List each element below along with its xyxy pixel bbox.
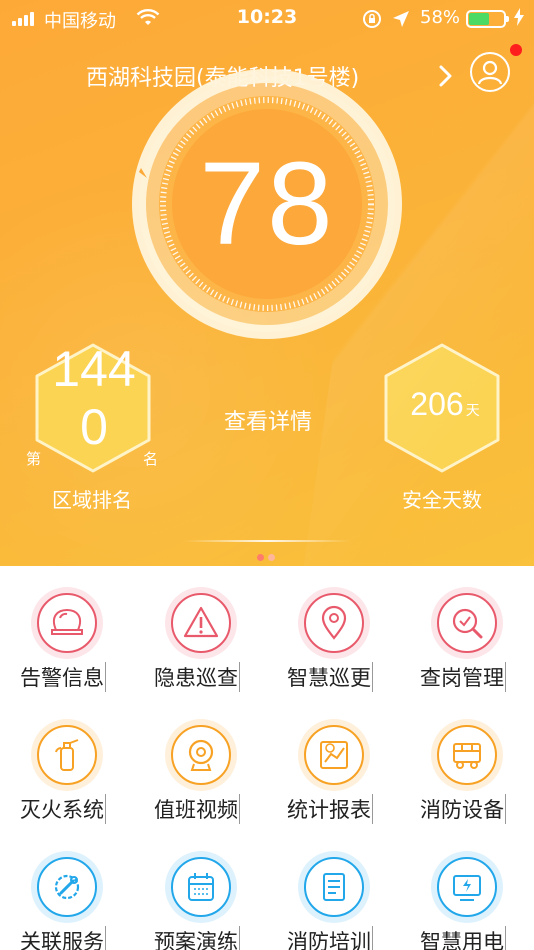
- menu-item-location-pin[interactable]: 智慧巡更: [267, 566, 401, 696]
- menu-item-document[interactable]: 消防培训: [267, 830, 401, 950]
- menu-item-label: 统计报表: [287, 794, 373, 824]
- page-dot-active: [257, 554, 264, 561]
- menu-item-label: 预案演练: [154, 926, 240, 950]
- menu-item-label: 告警信息: [20, 662, 106, 692]
- rotation-lock-icon: [363, 10, 381, 28]
- view-details-link[interactable]: 查看详情: [190, 404, 346, 436]
- safe-days-unit: 天: [465, 402, 480, 418]
- divider-glow: [184, 540, 350, 542]
- safe-days-hexagon[interactable]: [382, 342, 502, 474]
- menu-item-fire-extinguisher[interactable]: 灭火系统: [0, 698, 134, 828]
- safe-days-value[interactable]: 206 天: [390, 386, 500, 423]
- safe-days-label: 安全天数: [402, 488, 482, 512]
- user-avatar-icon[interactable]: [470, 52, 510, 92]
- charging-bolt-icon: [514, 8, 524, 26]
- fire-truck-icon: [431, 719, 503, 791]
- page-dot: [268, 554, 275, 561]
- rank-label: 区域排名: [52, 488, 132, 512]
- safe-days-number: 206: [410, 386, 464, 422]
- menu-item-wrench-gear[interactable]: 关联服务: [0, 830, 134, 950]
- page-indicator: [257, 554, 275, 561]
- battery-percent: 58%: [420, 7, 461, 28]
- menu-item-label: 灭火系统: [20, 794, 106, 824]
- power-monitor-icon: [431, 851, 503, 923]
- menu-item-warning-triangle[interactable]: 隐患巡查: [134, 566, 268, 696]
- menu-item-label: 消防培训: [287, 926, 373, 950]
- menu-item-label: 关联服务: [20, 926, 106, 950]
- chevron-right-icon[interactable]: [438, 64, 454, 88]
- menu-item-label: 智慧巡更: [287, 662, 373, 692]
- rank-suffix: 名: [143, 450, 159, 468]
- calendar-icon: [165, 851, 237, 923]
- menu-item-label: 消防设备: [420, 794, 506, 824]
- menu-item-webcam[interactable]: 值班视频: [134, 698, 268, 828]
- webcam-icon: [165, 719, 237, 791]
- menu-item-label: 查岗管理: [420, 662, 506, 692]
- menu-item-power-monitor[interactable]: 智慧用电: [400, 830, 534, 950]
- fire-extinguisher-icon: [31, 719, 103, 791]
- wrench-gear-icon: [31, 851, 103, 923]
- location-pin-icon: [298, 587, 370, 659]
- rank-value[interactable]: 144 0: [38, 340, 150, 456]
- safety-score: 78: [199, 138, 335, 270]
- notification-badge: [510, 44, 522, 56]
- menu-item-fire-truck[interactable]: 消防设备: [400, 698, 534, 828]
- document-icon: [298, 851, 370, 923]
- location-arrow-icon: [393, 11, 409, 27]
- menu-item-alarm-bell[interactable]: 告警信息: [0, 566, 134, 696]
- menu-item-label: 隐患巡查: [154, 662, 240, 692]
- status-bar: 中国移动 10:23 58%: [0, 0, 534, 38]
- search-check-icon: [431, 587, 503, 659]
- header-panel: 中国移动 10:23 58% 西湖科技园(泰能科技1号楼) 78 144 0 第…: [0, 0, 534, 566]
- menu-item-chart-report[interactable]: 统计报表: [267, 698, 401, 828]
- menu-item-label: 值班视频: [154, 794, 240, 824]
- rank-prefix: 第: [26, 450, 42, 468]
- menu-item-search-check[interactable]: 查岗管理: [400, 566, 534, 696]
- chart-report-icon: [298, 719, 370, 791]
- warning-triangle-icon: [165, 587, 237, 659]
- alarm-bell-icon: [31, 587, 103, 659]
- menu-item-label: 智慧用电: [420, 926, 506, 950]
- battery-icon: [466, 10, 509, 28]
- menu-item-calendar[interactable]: 预案演练: [134, 830, 268, 950]
